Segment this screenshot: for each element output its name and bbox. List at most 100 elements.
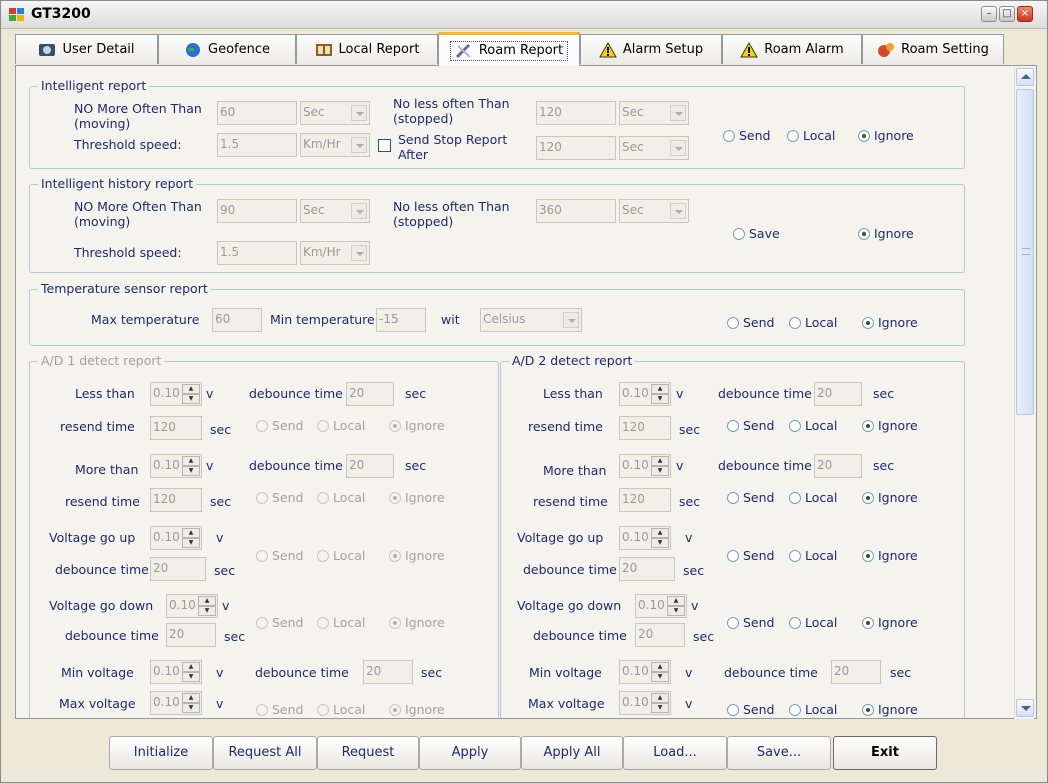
radio-local[interactable]: Local [317,548,365,563]
less-debounce-input[interactable]: 20 [814,382,862,406]
no-less-often-input[interactable]: 360 [536,199,616,223]
radio-ignore[interactable]: Ignore [862,418,918,433]
request-all-button[interactable]: Request All [213,736,317,770]
radio-local[interactable]: Local [789,548,837,563]
radio-ignore[interactable]: Ignore [858,226,914,241]
load-button[interactable]: Load... [623,736,727,770]
radio-local[interactable]: Local [317,490,365,505]
send-stop-report-checkbox[interactable] [378,139,391,152]
spin-up-icon[interactable]: ▲ [651,384,669,394]
radio-ignore[interactable]: Ignore [862,702,918,717]
threshold-speed-input[interactable]: 1.5 [217,133,297,157]
radio-ignore[interactable]: Ignore [389,615,445,630]
tab-roam-report[interactable]: Roam Report [438,32,580,66]
radio-ignore[interactable]: Ignore [862,615,918,630]
more-than-stepper[interactable]: 0.10 ▲ ▼ [150,454,202,478]
stop-report-input[interactable]: 120 [536,136,616,160]
no-more-often-unit-select[interactable]: Sec [300,101,370,125]
voltage-down-stepper[interactable]: 0.10 ▲ ▼ [166,594,218,618]
apply-all-button[interactable]: Apply All [521,736,623,770]
save-button[interactable]: Save... [727,736,831,770]
max-voltage-stepper[interactable]: 0.10 ▲ ▼ [150,691,202,715]
threshold-speed-input[interactable]: 1.5 [217,241,297,265]
spin-up-icon[interactable]: ▲ [182,456,200,466]
spin-up-icon[interactable]: ▲ [667,596,685,606]
radio-ignore[interactable]: Ignore [389,548,445,563]
min-temperature-input[interactable]: -15 [376,308,426,332]
more-resend-input[interactable]: 120 [150,488,202,512]
radio-ignore[interactable]: Ignore [389,702,445,717]
min-debounce-input[interactable]: 20 [363,660,413,684]
radio-ignore[interactable]: Ignore [862,490,918,505]
radio-send[interactable]: Send [727,702,774,717]
no-less-often-unit-select[interactable]: Sec [619,199,689,223]
spin-down-icon[interactable]: ▼ [667,606,685,616]
radio-local[interactable]: Local [789,490,837,505]
up-debounce-input[interactable]: 20 [150,557,206,581]
spin-up-icon[interactable]: ▲ [198,596,216,606]
threshold-speed-unit-select[interactable]: Km/Hr [300,133,370,157]
spin-down-icon[interactable]: ▼ [198,606,216,616]
minimize-icon[interactable]: – [981,6,997,22]
title-bar[interactable]: GT3200 – □ × [1,1,1047,29]
voltage-down-stepper[interactable]: 0.10 ▲ ▼ [635,594,687,618]
radio-ignore[interactable]: Ignore [858,128,914,143]
spin-down-icon[interactable]: ▼ [651,394,669,404]
exit-button[interactable]: Exit [833,736,937,770]
spin-down-icon[interactable]: ▼ [182,538,200,548]
max-temperature-input[interactable]: 60 [212,308,262,332]
spin-up-icon[interactable]: ▲ [182,693,200,703]
radio-local[interactable]: Local [317,702,365,717]
more-debounce-input[interactable]: 20 [814,454,862,478]
voltage-up-stepper[interactable]: 0.10 ▲ ▼ [150,526,202,550]
spin-up-icon[interactable]: ▲ [182,384,200,394]
tab-geofence[interactable]: Geofence [158,34,296,64]
voltage-up-stepper[interactable]: 0.10 ▲ ▼ [619,526,671,550]
less-than-stepper[interactable]: 0.10 ▲ ▼ [150,382,202,406]
radio-send[interactable]: Send [727,490,774,505]
scroll-up-icon[interactable] [1016,68,1034,86]
min-voltage-stepper[interactable]: 0.10 ▲ ▼ [619,660,671,684]
spin-up-icon[interactable]: ▲ [651,456,669,466]
spin-down-icon[interactable]: ▼ [651,672,669,682]
close-icon[interactable]: × [1017,6,1033,22]
more-resend-input[interactable]: 120 [619,488,671,512]
initialize-button[interactable]: Initialize [109,736,213,770]
spin-down-icon[interactable]: ▼ [651,466,669,476]
maximize-icon[interactable]: □ [999,6,1015,22]
spin-up-icon[interactable]: ▲ [651,693,669,703]
less-resend-input[interactable]: 120 [619,416,671,440]
radio-ignore[interactable]: Ignore [862,315,918,330]
radio-local[interactable]: Local [787,128,835,143]
radio-send[interactable]: Send [727,548,774,563]
spin-down-icon[interactable]: ▼ [182,466,200,476]
no-less-often-input[interactable]: 120 [536,101,616,125]
min-debounce-input[interactable]: 20 [831,660,881,684]
radio-send[interactable]: Send [256,490,303,505]
radio-local[interactable]: Local [789,418,837,433]
radio-send[interactable]: Send [727,315,774,330]
no-less-often-unit-select[interactable]: Sec [619,101,689,125]
no-more-often-input[interactable]: 60 [217,101,297,125]
tab-local-report[interactable]: Local Report [296,34,438,64]
less-than-stepper[interactable]: 0.10 ▲ ▼ [619,382,671,406]
no-more-often-unit-select[interactable]: Sec [300,199,370,223]
spin-down-icon[interactable]: ▼ [651,703,669,713]
less-debounce-input[interactable]: 20 [346,382,394,406]
spin-up-icon[interactable]: ▲ [182,662,200,672]
up-debounce-input[interactable]: 20 [619,557,675,581]
radio-send[interactable]: Send [727,418,774,433]
min-voltage-stepper[interactable]: 0.10 ▲ ▼ [150,660,202,684]
spin-up-icon[interactable]: ▲ [651,662,669,672]
radio-send[interactable]: Send [723,128,770,143]
radio-save[interactable]: Save [733,226,780,241]
spin-down-icon[interactable]: ▼ [182,672,200,682]
spin-up-icon[interactable]: ▲ [182,528,200,538]
spin-down-icon[interactable]: ▼ [182,394,200,404]
radio-local[interactable]: Local [789,615,837,630]
radio-send[interactable]: Send [256,418,303,433]
radio-local[interactable]: Local [317,418,365,433]
radio-local[interactable]: Local [317,615,365,630]
spin-down-icon[interactable]: ▼ [651,538,669,548]
vertical-scrollbar[interactable] [1014,67,1034,719]
